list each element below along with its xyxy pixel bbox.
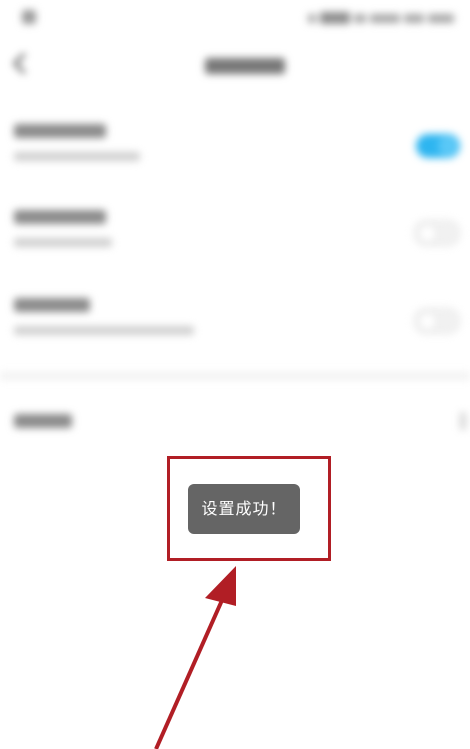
chevron-right-icon [460,412,466,430]
setting-row-1-subtitle [14,152,140,161]
setting-row-1[interactable] [0,110,470,190]
setting-row-4-title [14,414,72,428]
page-title [205,58,285,74]
setting-row-2[interactable] [0,196,470,276]
setting-row-3-subtitle [14,326,194,335]
blurred-settings-page [0,0,470,749]
back-arrow-icon[interactable] [12,52,35,75]
setting-row-2-subtitle [14,238,112,247]
setting-row-1-toggle[interactable] [416,134,460,158]
setting-row-3[interactable] [0,284,470,364]
setting-row-1-title [14,124,106,138]
setting-row-3-title [14,298,90,312]
status-speed-icon [370,13,400,23]
setting-row-3-toggle[interactable] [414,308,460,334]
setting-row-2-title [14,210,106,224]
status-network-icon [320,12,350,24]
status-bar [0,0,470,38]
screen: 设置成功！ [0,0,470,749]
status-time [428,13,454,23]
nav-bar [0,46,470,90]
status-wifi-icon [354,13,366,23]
status-signal-icon [308,13,316,23]
status-indicators [308,12,454,24]
status-battery-icon [404,13,424,23]
setting-row-4[interactable] [0,384,470,454]
status-app-icon [22,10,36,24]
section-divider [0,372,470,380]
toast-message: 设置成功！ [188,484,300,534]
setting-row-2-toggle[interactable] [414,220,460,246]
